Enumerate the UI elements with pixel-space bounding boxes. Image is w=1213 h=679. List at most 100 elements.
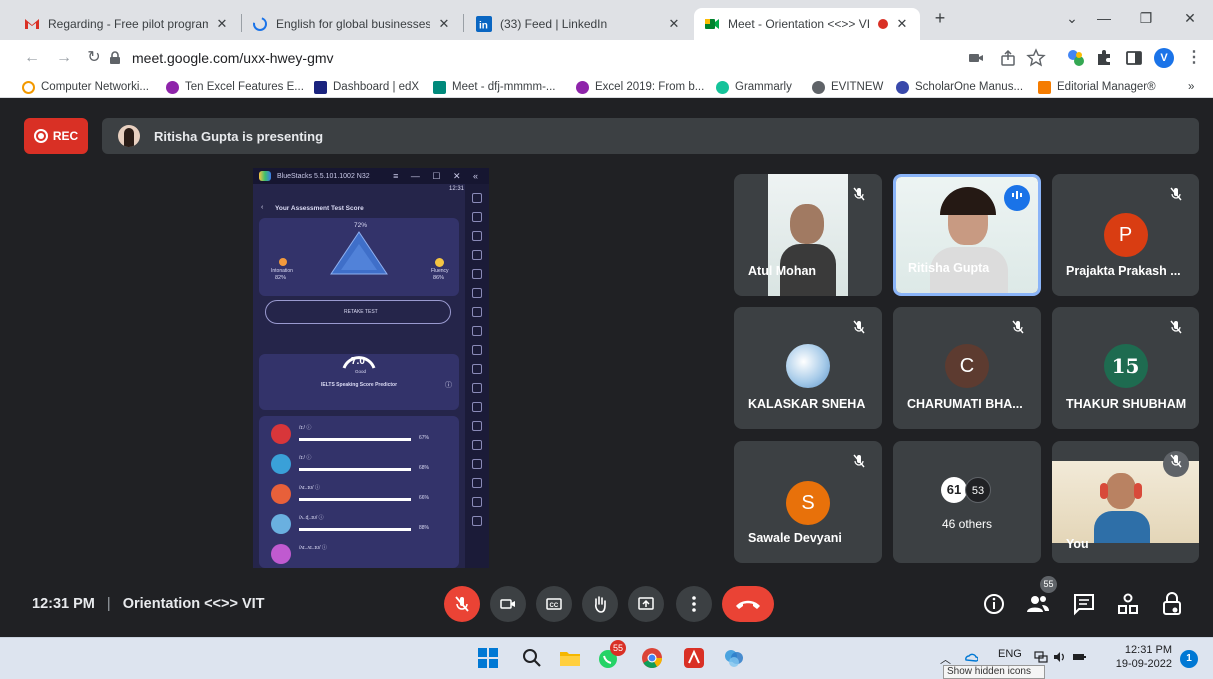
chrome-icon[interactable] [640, 646, 664, 670]
activities-icon[interactable] [1114, 590, 1142, 618]
photos-icon[interactable] [722, 646, 746, 670]
phoneme-label: /ʌɪ..ʌɪ..ɪʊ/ ⓘ [299, 545, 327, 551]
browser-tab-strip: Regarding - Free pilot program f ✕ Engli… [0, 0, 1213, 40]
host-controls-icon[interactable] [1158, 590, 1186, 618]
participant-avatar-image [786, 344, 830, 388]
address-bar[interactable]: meet.google.com/uxx-hwey-gmv [108, 45, 938, 71]
profile-avatar[interactable]: V [1154, 48, 1174, 68]
chrome-menu-icon[interactable]: ⋮ [1182, 46, 1206, 70]
participant-name: Prajakta Prakash ... [1066, 264, 1181, 278]
back-arrow-icon[interactable]: ← [20, 46, 44, 70]
bookmark-item[interactable]: Dashboard | edX [314, 79, 419, 95]
battery-icon[interactable] [1072, 650, 1086, 664]
extension-colorful-icon[interactable] [1066, 48, 1086, 68]
speaking-indicator-icon [1004, 185, 1030, 211]
close-tab-icon[interactable]: ✕ [214, 16, 230, 32]
edx-icon [314, 80, 327, 94]
bookmark-label: ScholarOne Manus... [915, 81, 1024, 93]
file-explorer-icon[interactable] [558, 646, 582, 670]
meeting-info-icon[interactable] [980, 590, 1008, 618]
bookmark-item[interactable]: Meet - dfj-mmmm-... [433, 79, 556, 95]
microphone-toggle-button[interactable] [444, 586, 480, 622]
radar-top-value: 72% [354, 222, 368, 229]
extensions-puzzle-icon[interactable] [1094, 48, 1114, 68]
bookmark-item[interactable]: ScholarOne Manus... [896, 79, 1023, 95]
windows-start-icon[interactable] [476, 646, 500, 670]
bookmarks-bar: Computer Networki... Ten Excel Features … [0, 76, 1213, 98]
bookmark-item[interactable]: EVITNEW [812, 79, 883, 95]
participant-tile-thakur-shubham[interactable]: 15 THAKUR SHUBHAM [1052, 307, 1199, 429]
camera-in-use-icon[interactable] [966, 48, 986, 68]
rec-label: REC [52, 129, 79, 143]
new-tab-button[interactable]: + [920, 6, 960, 30]
participant-tile-others[interactable]: 61 53 46 others [893, 441, 1041, 563]
participant-name: Atul Mohan [748, 264, 817, 278]
mic-muted-icon [846, 451, 872, 477]
taskbar-clock[interactable]: 12:31 PM 19-09-2022 [1114, 643, 1172, 671]
raise-hand-icon [595, 596, 606, 613]
camera-toggle-button[interactable] [490, 586, 526, 622]
notification-badge[interactable]: 1 [1180, 650, 1198, 668]
bookmark-item[interactable]: Ten Excel Features E... [166, 79, 304, 95]
bookmark-label: Editorial Manager® [1057, 81, 1156, 93]
headphone-icon [1134, 483, 1142, 499]
phoneme-value: 88% [419, 525, 430, 531]
bluestacks-titlebar: BlueStacks 5.5.101.1002 N32 ≡ — ☐ ✕ « [253, 168, 489, 184]
acrobat-icon[interactable] [682, 646, 706, 670]
restore-window-button[interactable]: ❐ [1126, 6, 1166, 30]
whatsapp-icon[interactable]: 55 [596, 640, 626, 670]
more-options-button[interactable] [676, 586, 712, 622]
minimize-window-button[interactable]: — [1084, 6, 1124, 30]
bookmark-item[interactable]: Computer Networki... [22, 79, 149, 95]
globe-icon [812, 80, 825, 94]
raise-hand-button[interactable] [582, 586, 618, 622]
fluency-value: 86% [433, 275, 445, 281]
bookmark-item[interactable]: Editorial Manager® [1038, 79, 1156, 95]
tab-gmail[interactable]: Regarding - Free pilot program f ✕ [14, 8, 240, 40]
phoneme-label: /ɪ:/ ⓘ [299, 425, 312, 431]
bookmark-item[interactable]: Grammarly [716, 79, 792, 95]
close-window-button[interactable]: ✕ [1170, 6, 1210, 30]
reload-icon[interactable]: ↻ [82, 46, 106, 70]
share-icon[interactable] [998, 48, 1018, 68]
onedrive-icon[interactable] [964, 650, 978, 664]
bookmark-label: Ten Excel Features E... [185, 81, 304, 93]
hang-up-icon [736, 600, 760, 609]
participant-name: Sawale Devyani [748, 531, 842, 545]
present-screen-button[interactable] [628, 586, 664, 622]
volume-icon[interactable] [1052, 650, 1066, 664]
participant-tile-kalaskar-sneha[interactable]: KALASKAR SNEHA [734, 307, 882, 429]
phoneme-ball-icon [271, 514, 291, 534]
tab-meet-active[interactable]: Meet - Orientation <<>> VI ✕ [694, 8, 920, 40]
close-tab-icon[interactable]: ✕ [436, 16, 452, 32]
meeting-control-bar: 12:31 PM | Orientation <<>> VIT CC 55 [0, 576, 1213, 634]
bookmark-item[interactable]: Excel 2019: From b... [576, 79, 704, 95]
record-icon [33, 129, 48, 143]
search-icon[interactable] [520, 646, 544, 670]
phoneme-ball-icon [271, 424, 291, 444]
leave-call-button[interactable] [722, 586, 774, 622]
participant-tile-sawale-devyani[interactable]: S Sawale Devyani [734, 441, 882, 563]
participant-tile-prajakta[interactable]: P Prajakta Prakash ... [1052, 174, 1199, 296]
close-tab-icon[interactable]: ✕ [666, 16, 682, 32]
people-icon[interactable] [1024, 590, 1052, 618]
bookmark-star-icon[interactable] [1026, 48, 1046, 68]
participant-tile-ritisha-gupta[interactable]: Ritisha Gupta [893, 174, 1041, 296]
participant-tile-you[interactable]: You [1052, 441, 1199, 563]
participant-tile-charumati[interactable]: C CHARUMATI BHA... [893, 307, 1041, 429]
language-indicator[interactable]: ENG [998, 648, 1022, 660]
forward-arrow-icon[interactable]: → [52, 46, 76, 70]
tab-linkedin[interactable]: in (33) Feed | LinkedIn ✕ [466, 8, 692, 40]
network-icon[interactable] [1034, 650, 1048, 664]
participant-tile-atul-mohan[interactable]: Atul Mohan [734, 174, 882, 296]
chat-icon[interactable] [1070, 590, 1098, 618]
tab-english-business[interactable]: English for global businesses: Wi ✕ [242, 8, 462, 40]
grammarly-icon [716, 80, 729, 94]
svg-text:CC: CC [550, 603, 559, 609]
others-avatar-badge: 61 [941, 477, 967, 503]
tab-title: English for global businesses: Wi [276, 17, 430, 31]
captions-button[interactable]: CC [536, 586, 572, 622]
side-panel-icon[interactable] [1124, 48, 1144, 68]
close-tab-icon[interactable]: ✕ [894, 16, 910, 32]
bookmarks-more-button[interactable]: » [1188, 79, 1194, 95]
